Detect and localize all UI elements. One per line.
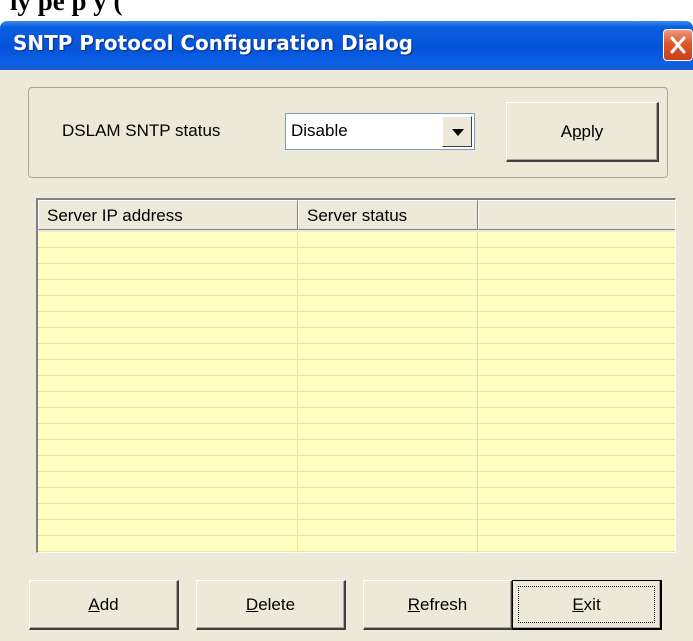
apply-button[interactable]: Ap ply [506,102,659,162]
refresh-button[interactable]: Refresh [363,580,513,630]
chevron-down-icon[interactable] [442,116,472,147]
refresh-label-mnemonic: R [407,594,421,614]
document-heading-fragment: ly pe p y ( [10,0,123,16]
sntp-status-selected-value: Disable [291,121,348,140]
server-list-header: Server IP address Server status [38,200,675,232]
dialog-title: SNTP Protocol Configuration Dialog [13,31,413,55]
close-button[interactable] [663,29,693,61]
add-label-rest: dd [99,594,119,614]
delete-label-rest: elete [258,594,296,614]
sntp-status-label: DSLAM SNTP status [62,121,221,140]
sntp-status-dropdown[interactable]: Disable [285,113,475,150]
exit-focus-rect [518,586,655,623]
apply-label-pre: A [560,121,573,141]
server-list[interactable]: Server IP address Server status [36,198,676,553]
add-label-mnemonic: A [88,594,100,614]
add-button[interactable]: Add [29,580,179,630]
dialog-client-area: DSLAM SNTP status Disable Ap ply Server I… [0,70,693,641]
apply-label-rest: ply [581,121,604,141]
refresh-label-rest: efresh [420,594,468,614]
dialog-title-bar[interactable]: SNTP Protocol Configuration Dialog [0,21,693,70]
close-x-icon [670,36,686,54]
delete-label-mnemonic: D [245,594,259,614]
apply-label-mnemonic: p [572,121,582,141]
sntp-status-group: DSLAM SNTP status Disable Ap ply [28,87,668,178]
delete-button[interactable]: Delete [196,580,346,630]
exit-button[interactable]: Exit [512,580,662,630]
column-header-server-status[interactable]: Server status [298,200,478,230]
column-header-server-ip[interactable]: Server IP address [38,200,298,230]
column-header-empty[interactable] [478,200,675,230]
server-list-body[interactable] [38,232,675,552]
